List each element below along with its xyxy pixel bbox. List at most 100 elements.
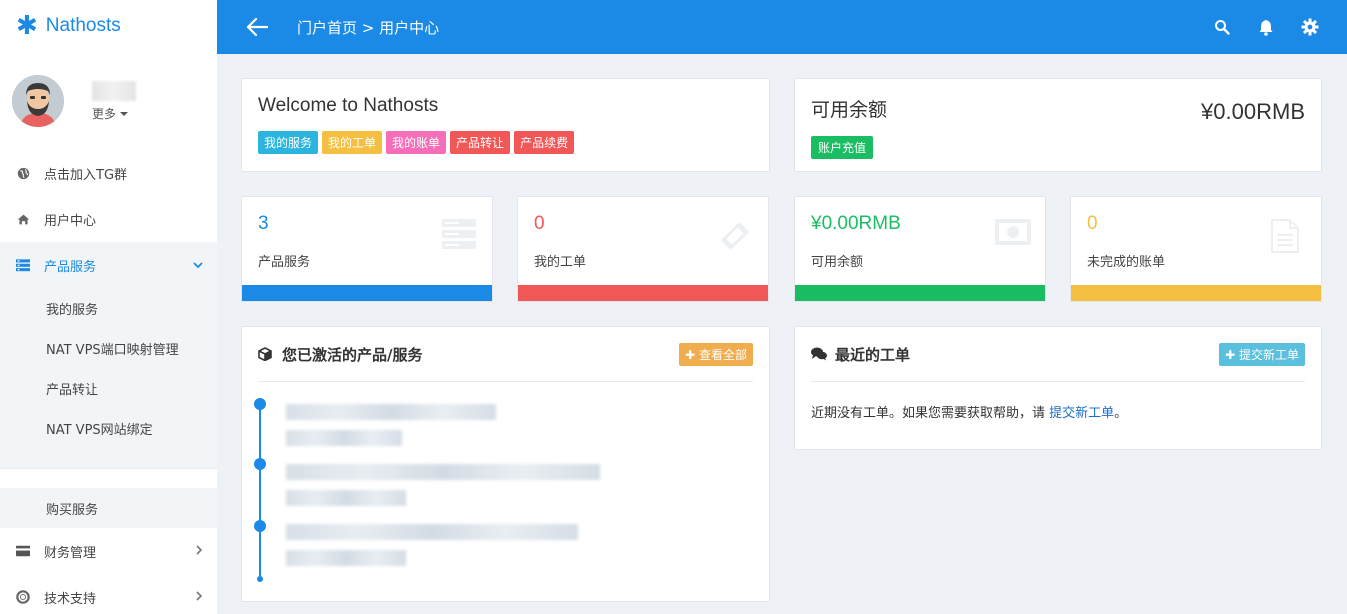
balance-amount: ¥0.00RMB bbox=[1201, 99, 1305, 124]
more-dropdown[interactable]: 更多 bbox=[92, 105, 136, 122]
breadcrumb: 门户首页 > 用户中心 bbox=[297, 18, 440, 37]
sub-item-buy-services[interactable]: 购买服务 bbox=[0, 488, 217, 528]
user-meta: 更多 bbox=[78, 80, 136, 122]
tag-product-transfer[interactable]: 产品转让 bbox=[450, 131, 511, 154]
sidebar-item-label: 产品服务 bbox=[44, 259, 97, 275]
sidebar-item-label: 点击加入TG群 bbox=[44, 167, 128, 183]
empty-prefix: 近期没有工单。如果您需要获取帮助，请 bbox=[811, 406, 1050, 421]
stat-card-tickets[interactable]: 0 我的工单 bbox=[517, 196, 769, 302]
stat-card-services[interactable]: 3 产品服务 bbox=[241, 196, 493, 302]
ticket-icon bbox=[718, 219, 752, 253]
product-item-redacted[interactable] bbox=[286, 464, 600, 480]
product-detail-redacted bbox=[286, 550, 406, 566]
active-products-panel: 您已激活的产品/服务 ✚ 查看全部 bbox=[241, 326, 770, 602]
panel-title: 您已激活的产品/服务 bbox=[282, 345, 423, 364]
tag-product-renew[interactable]: 产品续费 bbox=[514, 131, 575, 154]
stat-bar bbox=[1071, 285, 1321, 301]
divider bbox=[811, 381, 1305, 382]
recent-tickets-panel: 最近的工单 ✚ 提交新工单 近期没有工单。如果您需要获取帮助，请 提交新工单。 bbox=[794, 326, 1322, 450]
user-block: 更多 bbox=[0, 52, 217, 150]
cube-icon bbox=[258, 347, 272, 362]
brand-logo[interactable]: ✱ Nathosts bbox=[0, 0, 217, 52]
sidebar-item-label: 技术支持 bbox=[44, 591, 97, 607]
empty-suffix: 。 bbox=[1114, 406, 1128, 421]
server-icon bbox=[16, 258, 30, 272]
document-icon bbox=[1271, 219, 1305, 253]
sidebar-item-label: 用户中心 bbox=[44, 213, 97, 229]
topbar-actions bbox=[1213, 0, 1319, 54]
welcome-panel: Welcome to Nathosts 我的服务 我的工单 我的账单 产品转让 … bbox=[241, 78, 770, 172]
purchase-submenu: 购买服务 bbox=[0, 488, 217, 528]
more-label: 更多 bbox=[92, 106, 117, 121]
user-name-redacted bbox=[92, 80, 136, 101]
product-item-redacted[interactable] bbox=[286, 524, 578, 540]
timeline-dot bbox=[254, 520, 266, 532]
recharge-button[interactable]: 账户充值 bbox=[811, 136, 874, 159]
back-arrow-icon[interactable] bbox=[245, 15, 269, 39]
submit-ticket-link[interactable]: 提交新工单 bbox=[1049, 406, 1114, 421]
sub-item-my-services[interactable]: 我的服务 bbox=[0, 288, 217, 328]
balance-panel: 可用余额 ¥0.00RMB 账户充值 bbox=[794, 78, 1322, 172]
no-tickets-message: 近期没有工单。如果您需要获取帮助，请 提交新工单。 bbox=[811, 402, 1305, 421]
server-icon bbox=[442, 219, 476, 253]
stat-label: 我的工单 bbox=[534, 255, 587, 270]
quick-tags: 我的服务 我的工单 我的账单 产品转让 产品续费 bbox=[258, 131, 753, 154]
avatar[interactable] bbox=[12, 75, 64, 127]
topbar: 门户首页 > 用户中心 bbox=[217, 0, 1347, 54]
stat-label: 可用余额 bbox=[811, 255, 864, 270]
submenu-divider bbox=[0, 448, 217, 488]
sub-item-product-transfer[interactable]: 产品转让 bbox=[0, 368, 217, 408]
search-icon[interactable] bbox=[1213, 18, 1231, 36]
sidebar-item-tg-group[interactable]: 点击加入TG群 bbox=[0, 150, 217, 196]
product-detail-redacted bbox=[286, 490, 406, 506]
sidebar-item-support[interactable]: 技术支持 bbox=[0, 574, 217, 614]
tag-my-tickets[interactable]: 我的工单 bbox=[322, 131, 383, 154]
gear-icon[interactable] bbox=[1301, 18, 1319, 36]
sub-item-port-mapping[interactable]: NAT VPS端口映射管理 bbox=[0, 328, 217, 368]
sidebar-item-finance[interactable]: 财务管理 bbox=[0, 528, 217, 574]
chevron-right-icon bbox=[195, 544, 203, 558]
stat-bar bbox=[518, 285, 768, 301]
plus-icon: ✚ bbox=[1225, 348, 1239, 362]
bell-icon[interactable] bbox=[1257, 18, 1275, 36]
divider bbox=[258, 381, 753, 382]
card-icon bbox=[16, 544, 30, 558]
product-services-submenu: 我的服务 NAT VPS端口映射管理 产品转让 NAT VPS网站绑定 bbox=[0, 288, 217, 448]
panel-header: 您已激活的产品/服务 ✚ 查看全部 bbox=[258, 343, 753, 366]
plus-icon: ✚ bbox=[685, 348, 699, 362]
product-timeline bbox=[254, 396, 753, 586]
tag-my-invoices[interactable]: 我的账单 bbox=[386, 131, 447, 154]
home-icon bbox=[16, 212, 30, 226]
sidebar: ✱ Nathosts 更多 点击加入TG群 用户中心 产品服务 我的服务 NAT… bbox=[0, 0, 217, 614]
brand-name: Nathosts bbox=[45, 15, 121, 36]
welcome-title: Welcome to Nathosts bbox=[258, 95, 439, 116]
asterisk-logo-icon: ✱ bbox=[16, 11, 38, 41]
sidebar-item-user-center[interactable]: 用户中心 bbox=[0, 196, 217, 242]
submit-ticket-button[interactable]: ✚ 提交新工单 bbox=[1219, 343, 1305, 366]
sidebar-item-product-services[interactable]: 产品服务 bbox=[0, 242, 217, 288]
panel-title: 最近的工单 bbox=[835, 345, 911, 364]
sub-item-site-binding[interactable]: NAT VPS网站绑定 bbox=[0, 408, 217, 448]
timeline-dot bbox=[254, 458, 266, 470]
caret-down-icon bbox=[120, 112, 129, 116]
lifering-icon bbox=[16, 590, 30, 604]
submit-ticket-label: 提交新工单 bbox=[1238, 348, 1299, 362]
timeline-line bbox=[259, 402, 261, 580]
view-all-button[interactable]: ✚ 查看全部 bbox=[679, 343, 753, 366]
stat-bar bbox=[795, 285, 1045, 301]
comments-icon bbox=[811, 347, 827, 361]
stat-bar bbox=[242, 285, 492, 301]
stat-label: 产品服务 bbox=[258, 255, 311, 270]
product-item-redacted[interactable] bbox=[286, 404, 496, 420]
chevron-down-icon bbox=[193, 258, 203, 272]
timeline-dot bbox=[254, 398, 266, 410]
chevron-right-icon bbox=[195, 590, 203, 604]
sidebar-item-label: 财务管理 bbox=[44, 545, 97, 561]
product-detail-redacted bbox=[286, 430, 402, 446]
globe-icon bbox=[16, 166, 30, 180]
stat-card-invoices[interactable]: 0 未完成的账单 bbox=[1070, 196, 1322, 302]
tag-my-services[interactable]: 我的服务 bbox=[258, 131, 319, 154]
sidebar-nav: 点击加入TG群 用户中心 产品服务 我的服务 NAT VPS端口映射管理 产品转… bbox=[0, 150, 217, 614]
stat-card-balance[interactable]: ¥0.00RMB 可用余额 bbox=[794, 196, 1046, 302]
money-icon bbox=[995, 219, 1031, 253]
